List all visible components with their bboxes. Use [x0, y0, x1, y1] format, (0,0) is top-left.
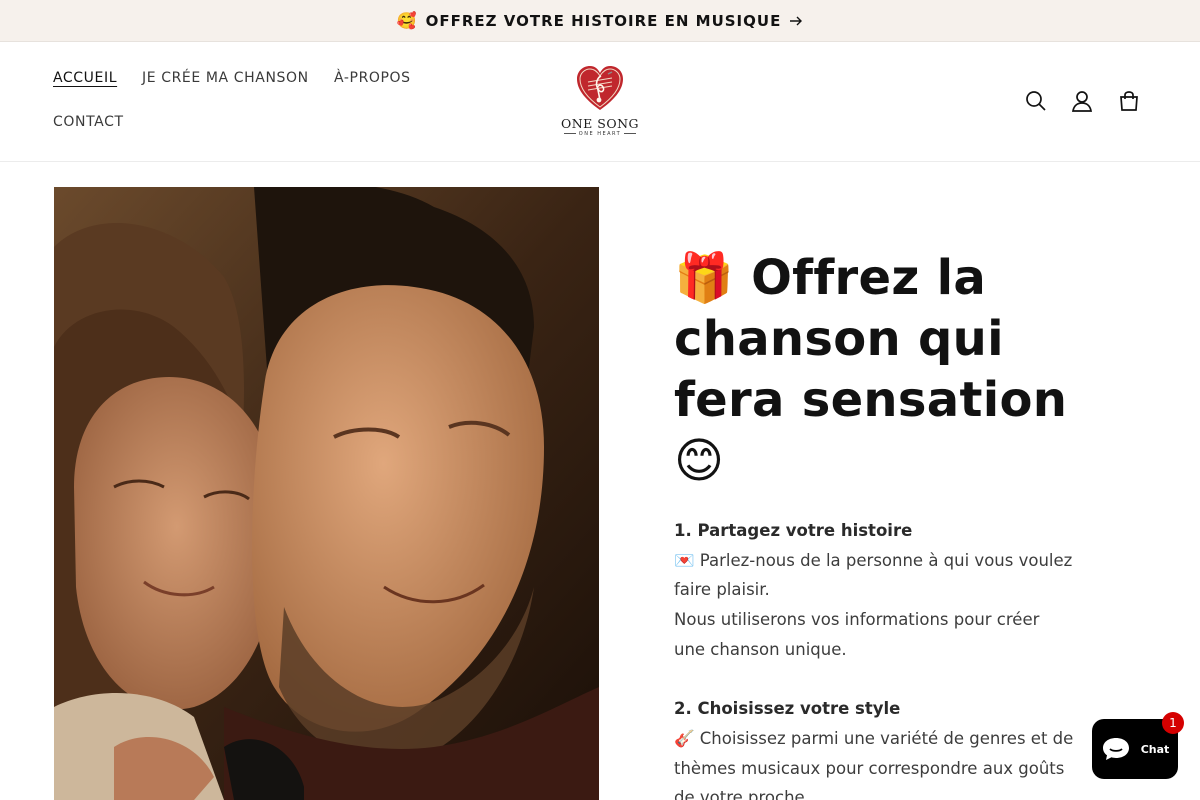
heart-music-logo-icon [577, 66, 623, 110]
nav-item-je-cree-ma-chanson[interactable]: JE CRÉE MA CHANSON [142, 70, 309, 86]
search-icon[interactable] [1023, 88, 1049, 114]
nav-item-a-propos[interactable]: À-PROPOS [334, 70, 411, 86]
nav-item-accueil[interactable]: ACCUEIL [53, 70, 117, 86]
smiling-hearts-emoji: 🥰 [396, 11, 418, 30]
hero-image-couple [54, 187, 599, 800]
announcement-link[interactable]: 🥰 OFFREZ VOTRE HISTOIRE EN MUSIQUE [397, 11, 804, 30]
step-2-text: 🎸 Choisissez parmi une variété de genres… [674, 728, 1074, 800]
account-icon[interactable] [1069, 88, 1095, 114]
chat-label: Chat [1140, 742, 1170, 756]
announcement-bar: 🥰 OFFREZ VOTRE HISTOIRE EN MUSIQUE [0, 0, 1200, 42]
arrow-right-icon [789, 14, 803, 28]
nav-item-contact[interactable]: CONTACT [53, 114, 124, 130]
logo-tagline: ONE HEART [560, 131, 640, 137]
chat-bubble-icon [1102, 738, 1129, 760]
hero-content: 🎁 Offrez la chanson qui fera sensation 😊… [674, 248, 1074, 800]
step-1-title: 1. Partagez votre histoire [674, 521, 913, 540]
site-logo[interactable]: ONE SONG ONE HEART [560, 64, 640, 138]
step-1-text: 💌 Parlez-nous de la personne à qui vous … [674, 550, 1073, 600]
step-2-title: 2. Choisissez votre style [674, 699, 901, 719]
hero-title: 🎁 Offrez la chanson qui fera sensation 😊 [674, 250, 1068, 489]
announcement-text: OFFREZ VOTRE HISTOIRE EN MUSIQUE [425, 11, 782, 30]
site-header: ACCUEIL JE CRÉE MA CHANSON À-PROPOS CONT… [0, 42, 1200, 162]
step-1-text-2: Nous utiliserons vos informations pour c… [674, 610, 1040, 659]
cart-icon[interactable] [1116, 88, 1142, 114]
steps-list: 1. Partagez votre histoire 💌 Parlez-nous… [674, 516, 1074, 800]
logo-name: ONE SONG [560, 116, 640, 131]
chat-notification-badge: 1 [1162, 712, 1184, 734]
